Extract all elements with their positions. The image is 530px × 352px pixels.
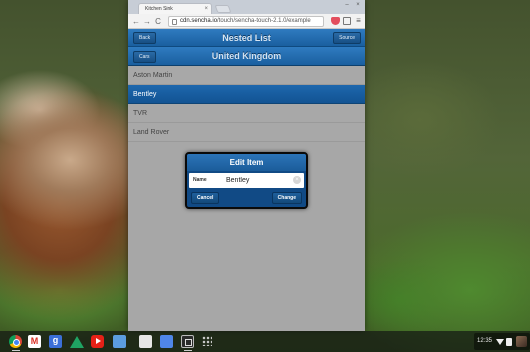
page-icon [172, 19, 177, 25]
files-icon[interactable] [139, 335, 152, 348]
list-item[interactable]: Land Rover [128, 123, 365, 142]
wifi-icon [496, 339, 504, 345]
car-list: Aston Martin Bentley TVR Land Rover [128, 66, 365, 142]
address-bar[interactable]: cdn.sencha.io/touch/sencha-touch-2.1.0/e… [168, 16, 324, 27]
edit-item-dialog: Edit Item Name × Cancel Change [185, 152, 308, 209]
cancel-button[interactable]: Cancel [191, 192, 220, 204]
browser-toolbar: ← → C cdn.sencha.io/touch/sencha-touch-2… [128, 14, 365, 29]
clock: 12:35 [477, 338, 493, 344]
app-titlebar: Back Nested List Source [128, 29, 365, 47]
tab-title: Kitchen Sink [145, 6, 173, 12]
google-plus-icon[interactable] [49, 335, 62, 348]
app-launcher-icon[interactable] [202, 336, 212, 346]
list-item-selected[interactable]: Bentley [128, 85, 365, 104]
active-indicator [184, 350, 192, 351]
youtube-icon[interactable] [91, 335, 104, 348]
tab-kitchen-sink[interactable]: Kitchen Sink × [138, 3, 212, 14]
browser-window: Kitchen Sink × – × ← → C cdn.sencha.io/t… [128, 0, 365, 331]
dialog-title: Edit Item [187, 154, 306, 171]
os-shelf: 12:35 [0, 331, 530, 352]
drive-icon[interactable] [70, 336, 84, 348]
minimize-icon[interactable]: – [343, 2, 351, 8]
window-icon[interactable] [181, 335, 194, 348]
avatar [516, 336, 527, 347]
name-field-row: Name × [189, 173, 304, 188]
change-button[interactable]: Change [271, 192, 302, 204]
tab-close-icon[interactable]: × [204, 4, 208, 14]
status-tray[interactable]: 12:35 [474, 333, 530, 350]
list-item[interactable]: TVR [128, 104, 365, 123]
tab-strip: Kitchen Sink × – × [128, 0, 365, 14]
url-path: /touch/sencha-touch-2.1.0/example [217, 18, 311, 24]
clear-icon[interactable]: × [293, 176, 301, 184]
list-title: United Kingdom [211, 51, 282, 61]
source-button[interactable]: Source [333, 32, 361, 44]
nested-list-toolbar: Cars United Kingdom [128, 47, 365, 66]
sencha-app: Back Nested List Source Cars United King… [128, 29, 365, 331]
active-indicator [12, 350, 20, 351]
forward-arrow-icon[interactable]: → [142, 16, 152, 27]
web-store-icon[interactable] [113, 335, 126, 348]
reload-icon[interactable]: C [153, 16, 163, 27]
chrome-icon[interactable] [9, 335, 22, 348]
back-arrow-icon[interactable]: ← [131, 16, 141, 27]
extension-icon[interactable] [343, 17, 351, 25]
menu-icon[interactable]: ≡ [355, 16, 362, 26]
pocket-icon[interactable] [331, 17, 340, 25]
name-input[interactable] [226, 174, 292, 187]
files-icon[interactable] [160, 335, 173, 348]
page-title: Nested List [222, 33, 271, 43]
url-host: cdn.sencha.io [180, 18, 218, 24]
battery-icon [506, 338, 512, 346]
window-close-icon[interactable]: × [354, 2, 362, 8]
list-item[interactable]: Aston Martin [128, 66, 365, 85]
new-tab-button[interactable] [214, 5, 232, 13]
name-field-label: Name [193, 177, 207, 183]
gmail-icon[interactable] [28, 335, 41, 348]
